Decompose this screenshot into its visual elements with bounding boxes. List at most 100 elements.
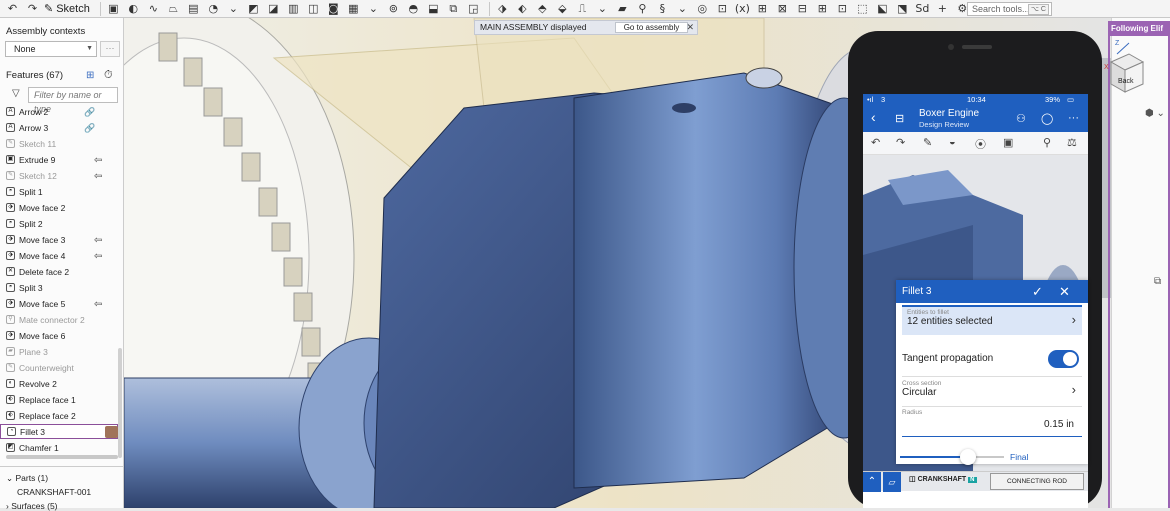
feature-item[interactable]: ⬗ Move face 3 ⇦ <box>0 233 118 248</box>
chevron-up-icon[interactable]: ⌃ <box>863 472 881 492</box>
custom-feature-4-icon[interactable]: ⊡ <box>834 1 851 17</box>
horizontal-scrollbar[interactable] <box>6 455 118 459</box>
feature-item[interactable]: ✎ Sketch 12 ⇦ <box>0 169 118 184</box>
display-mode-icon[interactable]: ⬢ ⌄ <box>1145 108 1165 119</box>
feature-item[interactable]: A Arrow 3 🔗 <box>0 121 118 136</box>
feature-item[interactable]: ⬗ Move face 4 ⇦ <box>0 249 118 264</box>
tangent-propagation-toggle[interactable] <box>1048 350 1079 368</box>
sketch-icon[interactable]: ✎ <box>923 136 932 149</box>
context-more-button[interactable]: ··· <box>100 41 120 57</box>
view-cube[interactable]: Back Z X <box>1103 40 1147 98</box>
fill-icon[interactable]: ⬙ <box>554 1 571 17</box>
revolve-icon[interactable]: ◐ <box>125 1 142 17</box>
delete-part-icon[interactable]: ◲ <box>465 1 482 17</box>
custom-feature-1-icon[interactable]: ⊠ <box>774 1 791 17</box>
mass-icon[interactable]: ⊞ <box>754 1 771 17</box>
feature-item-selected[interactable]: ◔ Fillet 3 <box>0 424 118 439</box>
rib-icon[interactable]: ▥ <box>285 1 302 17</box>
feature-item[interactable]: A Arrow 2 🔗 <box>0 105 118 120</box>
redo-icon[interactable]: ↷ <box>896 136 905 149</box>
feature-item[interactable]: ▰ Plane 3 <box>0 345 118 360</box>
feature-item[interactable]: ⬖ Replace face 1 <box>0 393 118 408</box>
split-icon[interactable]: ◓ <box>405 1 422 17</box>
measure-icon[interactable]: ◎ <box>694 1 711 17</box>
feature-item[interactable]: ◐ Revolve 2 <box>0 377 118 392</box>
sd-icon[interactable]: Sd <box>914 1 931 17</box>
chamfer-icon[interactable]: ◩ <box>245 1 262 17</box>
variable-icon[interactable]: (x) <box>734 1 751 17</box>
custom-feature-7-icon[interactable]: ⬔ <box>894 1 911 17</box>
hole-icon[interactable]: ◙ <box>325 1 342 17</box>
tab-connecting-rod[interactable]: CONNECTING ROD <box>990 473 1084 490</box>
custom-feature-5-icon[interactable]: ⬚ <box>854 1 871 17</box>
fillet-dropdown-icon[interactable]: ◔ <box>205 1 222 17</box>
sketch-button[interactable]: ✎ Sketch <box>44 2 90 16</box>
folder-icon[interactable]: ▱ <box>883 472 901 492</box>
curve-dropdown-icon[interactable]: ⌄ <box>674 1 691 17</box>
rollback-clock-icon[interactable]: ⏱ <box>104 69 113 82</box>
undo-icon[interactable]: ↶ <box>4 1 21 17</box>
sheet-dropdown-icon[interactable]: ⌄ <box>594 1 611 17</box>
confirm-check-icon[interactable]: ✓ <box>1032 280 1043 303</box>
custom-feature-2-icon[interactable]: ⊟ <box>794 1 811 17</box>
folder-add-icon[interactable]: ⊞ <box>86 70 94 81</box>
add-custom-feature-icon[interactable]: + <box>934 1 951 17</box>
feature-item[interactable]: ✎ Sketch 11 <box>0 137 118 152</box>
part-item[interactable]: CRANKSHAFT-001 <box>17 487 91 497</box>
thicken-icon[interactable]: ▤ <box>185 1 202 17</box>
back-icon[interactable]: ‹ <box>871 109 876 125</box>
feature-item[interactable]: ◩ Chamfer 1 <box>0 441 118 456</box>
custom-feature-3-icon[interactable]: ⊞ <box>814 1 831 17</box>
chevron-down-icon[interactable]: ⌄ <box>225 1 242 17</box>
boolean-icon[interactable]: ⊚ <box>385 1 402 17</box>
feature-item[interactable]: ⬗ Move face 5 ⇦ <box>0 297 118 312</box>
tab-crankshaft[interactable]: ◫ CRANKSHAFT N <box>909 475 977 483</box>
undo-icon[interactable]: ↶ <box>871 136 880 149</box>
sheet-metal-icon[interactable]: ⎍ <box>574 1 591 17</box>
redo-icon[interactable]: ↷ <box>24 1 41 17</box>
replace-face-icon[interactable]: ⬖ <box>514 1 531 17</box>
feature-item[interactable]: ✕ Delete face 2 <box>0 265 118 280</box>
helix-icon[interactable]: § <box>654 1 671 17</box>
comments-icon[interactable]: ◯ <box>1041 112 1053 125</box>
more-icon[interactable]: ··· <box>1068 112 1079 124</box>
measure-icon[interactable]: ⚖ <box>1067 136 1077 149</box>
offset-surface-icon[interactable]: ⬘ <box>534 1 551 17</box>
feature-item[interactable]: ⬗ Move face 6 <box>0 329 118 344</box>
parts-group[interactable]: ⌄ Parts (1) <box>6 473 48 484</box>
feature-item[interactable]: ◓ Split 3 <box>0 281 118 296</box>
feature-item[interactable]: ⚲ Mate connector 2 <box>0 313 118 328</box>
go-to-assembly-button[interactable]: Go to assembly <box>615 22 688 33</box>
transform-icon[interactable]: ⬓ <box>425 1 442 17</box>
feature-list-scrollbar[interactable] <box>118 348 122 458</box>
draft-icon[interactable]: ◪ <box>265 1 282 17</box>
close-icon[interactable]: ✕ <box>1059 280 1070 303</box>
revolve-icon[interactable]: ◒ <box>949 136 956 148</box>
shell-icon[interactable]: ◫ <box>305 1 322 17</box>
feature-icon[interactable]: ⦿ <box>975 136 986 152</box>
loft-icon[interactable]: ⏢ <box>165 1 182 17</box>
feature-item[interactable]: ◓ Split 1 <box>0 185 118 200</box>
move-face-icon[interactable]: ⬗ <box>494 1 511 17</box>
feature-item[interactable]: ✎ Counterweight <box>0 361 118 376</box>
sweep-icon[interactable]: ∿ <box>145 1 162 17</box>
mirror-icon[interactable]: ⧉ <box>445 1 462 17</box>
plane-icon[interactable]: ▰ <box>614 1 631 17</box>
share-users-icon[interactable]: ⚇ <box>1016 112 1026 125</box>
section-icon[interactable]: ⊡ <box>714 1 731 17</box>
feature-item[interactable]: ▣ Extrude 9 ⇦ <box>0 153 118 168</box>
feature-item[interactable]: ⬖ Replace face 2 <box>0 409 118 424</box>
extrude-icon[interactable]: ▣ <box>1003 136 1013 149</box>
assembly-context-select[interactable]: None ▼ <box>5 41 97 57</box>
feature-filter-input[interactable]: Filter by name or type <box>28 87 118 114</box>
mate-connector-icon[interactable]: ⚲ <box>634 1 651 17</box>
custom-feature-6-icon[interactable]: ⬕ <box>874 1 891 17</box>
pattern-icon[interactable]: ▦ <box>345 1 362 17</box>
following-user-badge[interactable]: Following Elif <box>1108 21 1170 36</box>
radius-field[interactable]: Radius 0.15 in <box>902 409 1082 430</box>
cross-section-field[interactable]: Cross section Circular › <box>902 380 1082 398</box>
surfaces-group[interactable]: › Surfaces (5) <box>6 501 58 511</box>
extrude-icon[interactable]: ▣ <box>105 1 122 17</box>
close-icon[interactable]: ✕ <box>686 21 694 34</box>
entities-selection-field[interactable]: Entities to fillet 12 entities selected … <box>902 305 1082 335</box>
